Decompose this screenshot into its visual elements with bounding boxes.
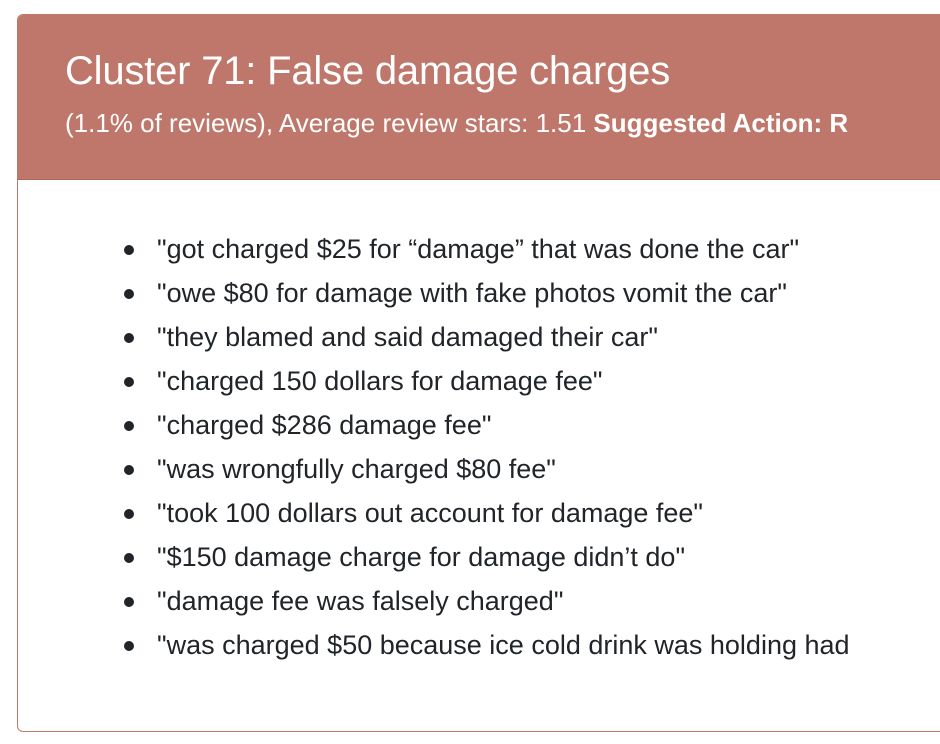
quote-list: "got charged $25 for “damage” that was d…: [18, 227, 940, 667]
card-body: "got charged $25 for “damage” that was d…: [18, 180, 940, 667]
quote-item: "got charged $25 for “damage” that was d…: [124, 227, 940, 271]
review-stats: (1.1% of reviews), Average review stars:…: [65, 108, 594, 138]
quote-item: "charged 150 dollars for damage fee": [124, 359, 940, 403]
quote-item: "was wrongfully charged $80 fee": [124, 447, 940, 491]
quote-item: "owe $80 for damage with fake photos vom…: [124, 271, 940, 315]
quote-item: "charged $286 damage fee": [124, 403, 940, 447]
quote-item: "took 100 dollars out account for damage…: [124, 491, 940, 535]
quote-item: "they blamed and said damaged their car": [124, 315, 940, 359]
card-header: Cluster 71: False damage charges (1.1% o…: [18, 15, 940, 180]
cluster-title: Cluster 71: False damage charges: [65, 49, 671, 93]
cluster-subtitle: (1.1% of reviews), Average review stars:…: [65, 108, 940, 138]
quote-item: "was charged $50 because ice cold drink …: [124, 623, 940, 667]
suggested-action-label: Suggested Action: R: [593, 108, 849, 138]
cluster-card: Cluster 71: False damage charges (1.1% o…: [17, 14, 940, 732]
quote-item: "$150 damage charge for damage didn’t do…: [124, 535, 940, 579]
quote-item: "damage fee was falsely charged": [124, 579, 940, 623]
